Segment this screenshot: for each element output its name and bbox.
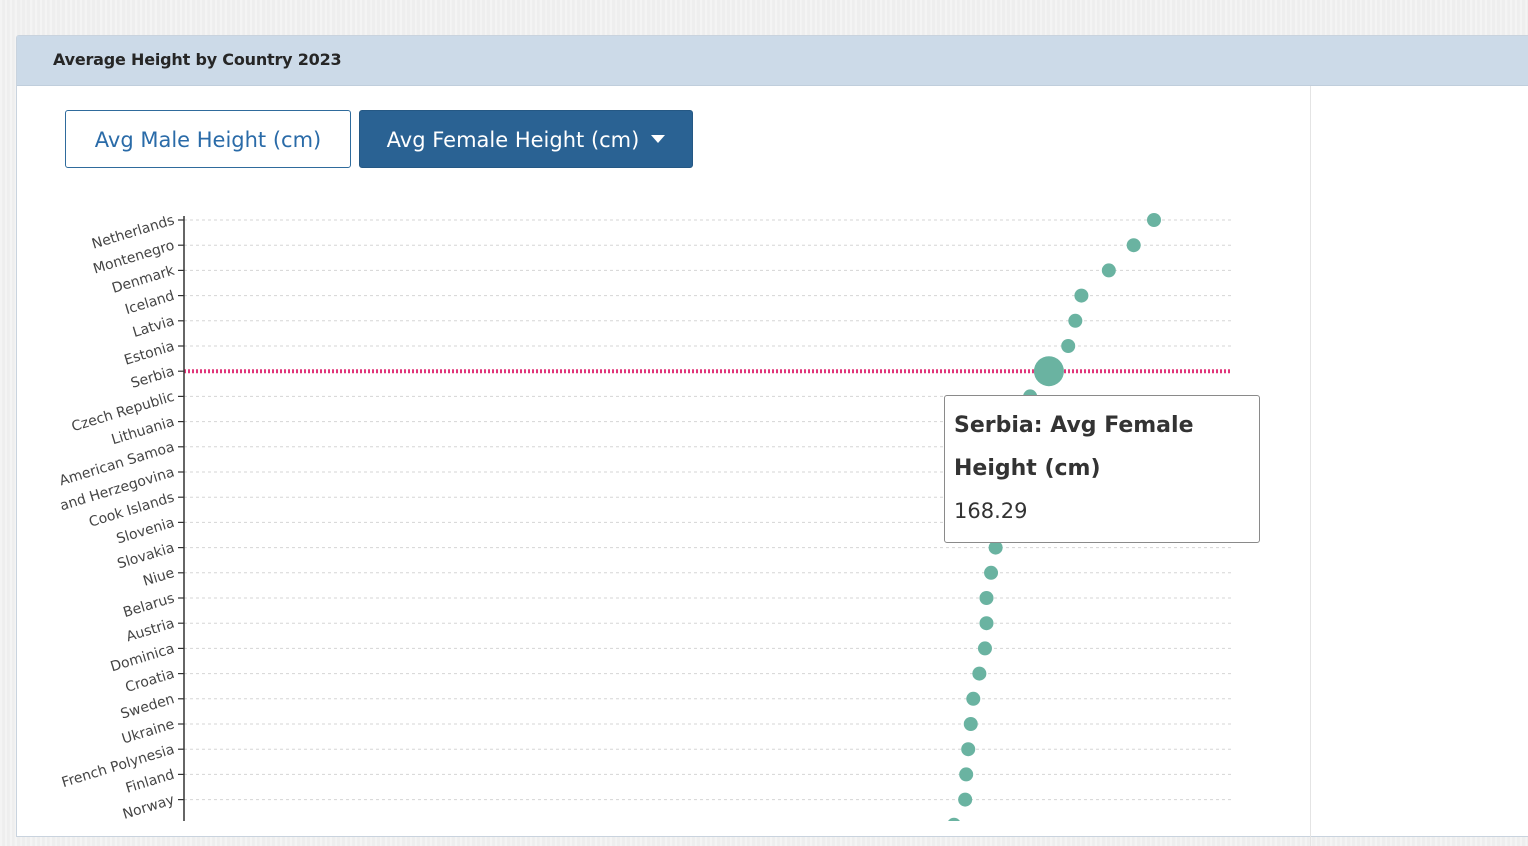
highlighted-point — [1033, 356, 1064, 387]
data-point — [984, 565, 999, 580]
data-point — [1061, 339, 1076, 353]
data-point — [977, 641, 992, 656]
data-point — [958, 792, 973, 807]
data-point — [979, 616, 994, 631]
y-tick-label: Latvia — [131, 313, 176, 341]
y-tick-label: Niue — [141, 565, 176, 590]
tooltip-value: 168.29 — [954, 499, 1028, 523]
data-point — [1147, 213, 1161, 227]
data-point — [966, 691, 981, 706]
tooltip-title: Serbia: Avg Female Height (cm) — [954, 413, 1194, 481]
data-point — [972, 666, 987, 681]
data-point — [1101, 263, 1116, 278]
data-point — [961, 742, 976, 757]
data-point — [1074, 288, 1089, 303]
y-tick-label: Serbia — [129, 364, 176, 392]
data-point — [959, 767, 974, 782]
data-point — [963, 717, 978, 731]
data-point — [979, 591, 994, 605]
data-point — [1126, 238, 1141, 253]
data-point — [1068, 313, 1083, 328]
tooltip: Serbia: Avg Female Height (cm) 168.29 — [944, 395, 1260, 543]
height-dot-chart: NetherlandsMontenegroDenmarkIcelandLatvi… — [58, 212, 1231, 821]
